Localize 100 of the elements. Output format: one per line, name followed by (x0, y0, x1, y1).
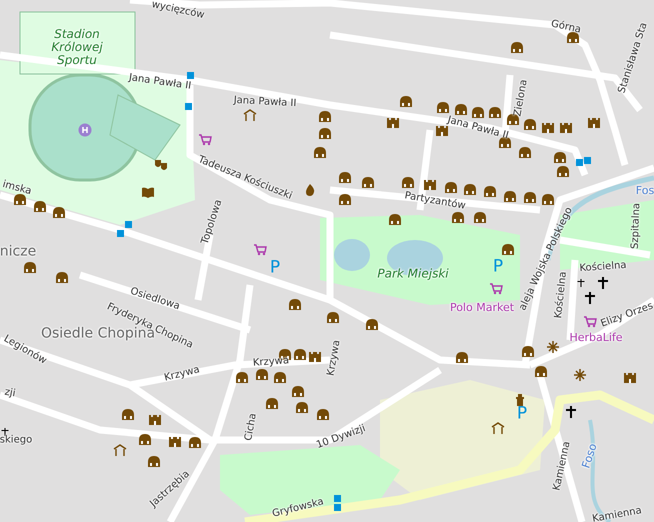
flower-icon (573, 368, 587, 382)
house-icon (556, 165, 570, 179)
house-icon (316, 408, 330, 422)
street-label: Zielona (512, 78, 530, 118)
street-label: Górna (550, 18, 582, 36)
shop-label: HerbaLife (569, 332, 623, 344)
cart-icon (253, 243, 267, 257)
street-label: Jana Pawła II (446, 114, 510, 142)
cross-icon (564, 405, 578, 419)
house-icon (235, 371, 249, 385)
street-label: Kościelna (579, 260, 627, 274)
house-icon (121, 408, 135, 422)
house-icon (510, 41, 524, 55)
waterway-label: Fos (636, 184, 654, 198)
house-icon (454, 103, 468, 117)
house-icon (388, 213, 402, 227)
pond (334, 239, 370, 271)
house-icon (541, 193, 555, 207)
house-icon (318, 110, 332, 124)
street-label: Krzywa (325, 339, 343, 377)
parking-label: P (492, 258, 504, 276)
house-icon (361, 176, 375, 190)
shrine-icon (113, 443, 127, 457)
house-icon (33, 200, 47, 214)
street-label: Elizy Orzes (599, 300, 654, 330)
street-label: Jana Pawła II (233, 94, 297, 110)
house-icon (501, 243, 515, 257)
cross-icon (583, 291, 597, 305)
street-label: Szpitalna (630, 202, 642, 250)
house-icon (313, 146, 327, 160)
house-icon (471, 106, 485, 120)
waterway-label: Foso (580, 442, 600, 470)
shop-label: Polo Market (450, 302, 514, 314)
house-icon (326, 311, 340, 325)
house-icon (147, 455, 161, 469)
street-label: Krzywa (252, 355, 290, 369)
castle-icon (308, 350, 322, 364)
castle-icon (541, 121, 555, 135)
cross-icon (596, 276, 610, 290)
castle-icon (148, 413, 162, 427)
parking-label: P (516, 404, 528, 424)
house-icon (291, 385, 305, 399)
house-icon (338, 171, 352, 185)
house-icon (553, 151, 567, 165)
street-label: Cicha (243, 412, 259, 442)
shrine-icon (243, 108, 257, 122)
house-icon (55, 271, 69, 285)
street-label: Gryfowska (271, 496, 325, 520)
castle-icon (168, 435, 182, 449)
cart-icon (489, 282, 503, 296)
house-icon (503, 190, 517, 204)
cart-icon (583, 315, 597, 329)
house-icon (399, 95, 413, 109)
house-icon (436, 101, 450, 115)
parking-label: P (270, 258, 280, 278)
house-icon (13, 193, 27, 207)
castle-icon (559, 121, 573, 135)
house-icon (534, 365, 548, 379)
park-label: Park Miejski (377, 267, 449, 281)
book-icon (141, 185, 155, 199)
flower-icon (546, 340, 560, 354)
house-icon (451, 211, 465, 225)
house-icon (318, 127, 332, 141)
house-icon (488, 106, 502, 120)
house-icon (273, 371, 287, 385)
helipad-icon (78, 123, 92, 137)
street-label: Jana Pawła II (128, 72, 192, 92)
street-label: skiego (0, 434, 32, 446)
castle-icon (423, 178, 437, 192)
house-icon (455, 351, 469, 365)
street-label: imska (1, 178, 33, 198)
shrine-icon (491, 421, 505, 435)
park-label: Stadion Królowej Sportu (50, 28, 104, 68)
house-icon (265, 397, 279, 411)
house-icon (288, 298, 302, 312)
house-icon (23, 261, 37, 275)
house-icon (138, 433, 152, 447)
house-icon (188, 436, 202, 450)
street-label: Kościelna (553, 271, 569, 319)
house-icon (523, 118, 537, 132)
street-label: zji (4, 386, 16, 400)
house-icon (521, 345, 535, 359)
district-label: nicze (0, 244, 36, 260)
castle-icon (623, 371, 637, 385)
cart-icon (198, 133, 212, 147)
house-icon (483, 185, 497, 199)
house-icon (255, 368, 269, 382)
house-icon (473, 211, 487, 225)
house-icon (295, 401, 309, 415)
street-label: Kamienna (591, 505, 643, 522)
castle-icon (386, 116, 400, 130)
street-label: wycięzców (150, 0, 206, 21)
house-icon (338, 193, 352, 207)
sports-pitch (109, 94, 181, 161)
house-icon (566, 31, 580, 45)
tower-icon (513, 393, 527, 407)
house-icon (52, 206, 66, 220)
house-icon (523, 191, 537, 205)
castle-icon (587, 116, 601, 130)
house-icon (365, 318, 379, 332)
